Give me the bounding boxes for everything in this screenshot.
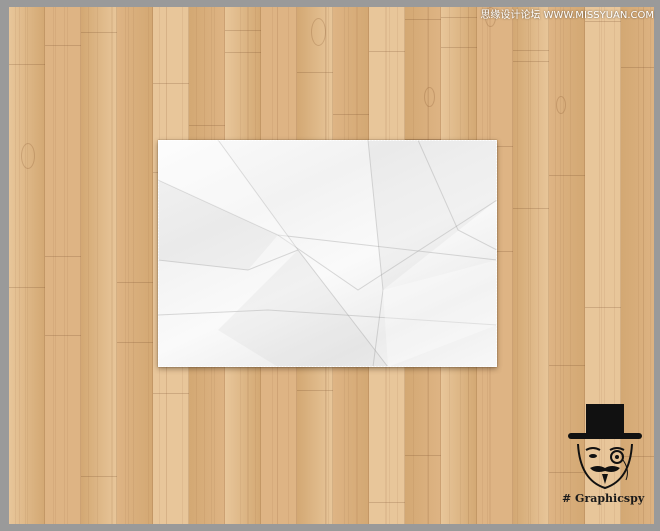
wood-grain	[88, 7, 89, 524]
wood-plank	[117, 7, 153, 524]
wood-grain	[128, 7, 129, 524]
plank-seam	[333, 114, 369, 115]
plank-seam	[585, 21, 621, 22]
wood-grain	[530, 7, 531, 524]
wood-plank	[81, 7, 117, 524]
wood-grain	[555, 7, 556, 524]
wood-plank	[9, 7, 45, 524]
wood-knot	[311, 18, 326, 46]
plank-seam	[513, 50, 549, 51]
wood-grain	[538, 7, 539, 524]
wood-plank	[513, 7, 549, 524]
wood-knot	[424, 87, 435, 107]
wood-grain	[25, 7, 26, 524]
plank-seam	[189, 125, 225, 126]
plank-seam	[45, 335, 81, 336]
wood-grain	[19, 7, 20, 524]
plank-seam	[405, 19, 441, 20]
wood-knot	[21, 143, 35, 169]
plank-seam	[405, 455, 441, 456]
plank-seam	[45, 256, 81, 257]
watermark-site-text: 思缘设计论坛 WWW.MISSYUAN.COM	[480, 10, 654, 21]
wood-grain	[53, 7, 54, 524]
wood-grain	[27, 7, 28, 524]
wood-grain	[650, 7, 651, 524]
wood-grain	[67, 7, 68, 524]
plank-seam	[585, 307, 621, 308]
plank-seam	[441, 47, 477, 48]
wood-grain	[528, 7, 529, 524]
wood-knot	[556, 96, 566, 114]
plank-seam	[369, 502, 405, 503]
crumpled-paper-sheet	[158, 140, 497, 367]
wood-grain	[64, 7, 65, 524]
wood-grain	[15, 7, 16, 524]
plank-seam	[513, 208, 549, 209]
wood-plank	[45, 7, 81, 524]
wood-grain	[517, 7, 518, 524]
wood-grain	[125, 7, 126, 524]
canvas-frame: 思缘设计论坛 WWW.MISSYUAN.COM # Graphicspy	[0, 0, 660, 531]
plank-seam	[45, 45, 81, 46]
wood-grain	[111, 7, 112, 524]
plank-seam	[441, 17, 477, 18]
logo-text: # Graphicspy	[562, 492, 645, 505]
wood-grain	[148, 7, 149, 524]
wood-grain	[97, 7, 98, 524]
paper-creases	[158, 140, 497, 367]
wood-grain	[55, 7, 56, 524]
wood-grain	[133, 7, 134, 524]
plank-seam	[513, 61, 549, 62]
plank-seam	[369, 51, 405, 52]
wood-grain	[112, 7, 113, 524]
